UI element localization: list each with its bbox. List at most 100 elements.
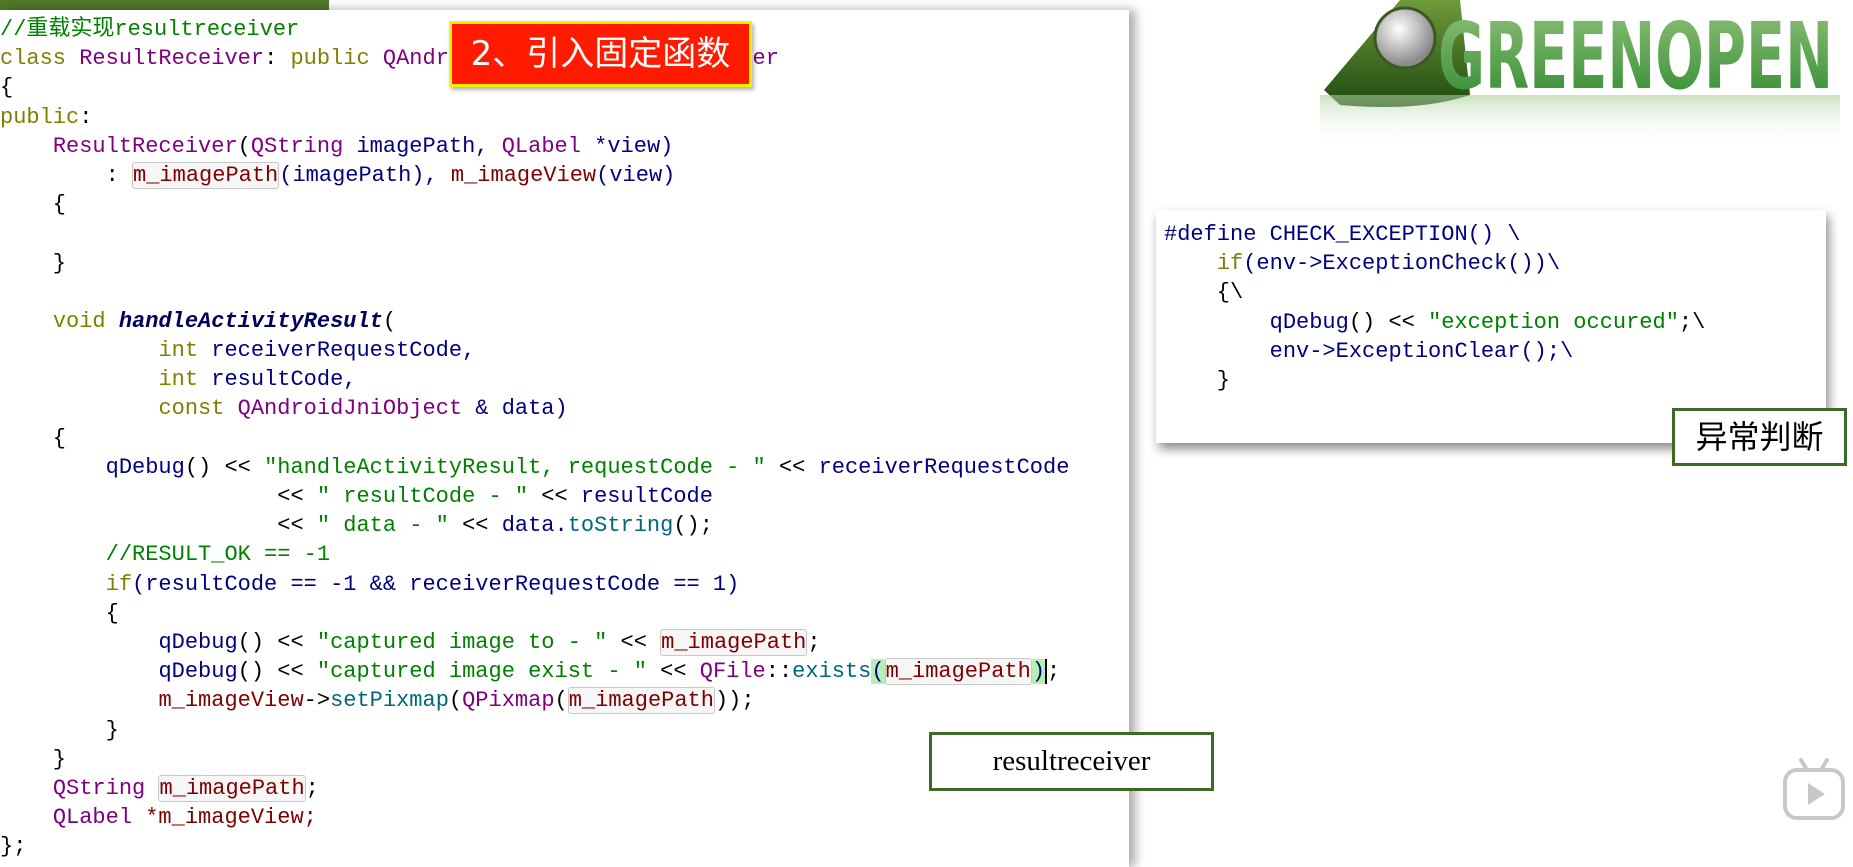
code-token: if (1216, 251, 1244, 277)
code-token: ) (1031, 659, 1048, 685)
code-token: { (0, 600, 119, 626)
code-token: m_imagePath (884, 658, 1032, 686)
code-token: () << (184, 454, 265, 480)
code-token: QLabel (501, 133, 595, 159)
code-token: *view) (594, 133, 674, 159)
greenopen-logo: GREENOPEN (1320, 0, 1840, 145)
code-token: void (52, 308, 119, 334)
code-token: ResultReceiver (79, 46, 265, 72)
code-line: if(resultCode == -1 && receiverRequestCo… (0, 570, 1069, 599)
code-token: << (448, 513, 502, 539)
code-token: //重载实现resultreceiver (0, 17, 300, 42)
code-line: { (0, 424, 1069, 453)
code-line: void handleActivityResult( (0, 307, 1069, 336)
code-line: {\ (1164, 276, 1705, 305)
code-line: } (0, 716, 1069, 745)
code-token: :: (765, 659, 793, 685)
code-token: toString (567, 513, 674, 539)
code-token: qDebug (158, 629, 238, 655)
code-token: "captured image exist - " (316, 659, 647, 685)
code-token: ; (305, 775, 319, 801)
code-token: env->ExceptionClear();\ (1269, 338, 1574, 364)
code-line: m_imageView->setPixmap(QPixmap(m_imagePa… (0, 686, 1069, 715)
logo-sphere (1373, 6, 1437, 70)
code-token: exists (792, 659, 872, 685)
code-line: qDebug() << "captured image to - " << m_… (0, 628, 1069, 657)
code-token: CHECK_EXCEPTION() \ (1269, 222, 1521, 247)
code-token: & data) (475, 396, 568, 422)
code-line: const QAndroidJniObject & data) (0, 394, 1069, 423)
code-token: ( (871, 659, 885, 685)
code-token: " resultCode - " (316, 484, 529, 509)
code-token: resultCode, (211, 367, 357, 393)
code-token: ( (448, 688, 463, 714)
logo-text: GREENOPEN (1438, 3, 1833, 110)
code-token: qDebug (105, 454, 185, 480)
code-token: QString (52, 775, 159, 801)
code-line: public: (0, 103, 1069, 132)
code-token: m_imagePath (158, 774, 306, 802)
code-token: receiverRequestCode, (211, 338, 476, 364)
code-line: } (0, 745, 1069, 774)
code-token: ; (807, 629, 821, 655)
code-token: (view) (596, 162, 676, 188)
code-token: : (0, 162, 133, 188)
code-line: { (0, 190, 1069, 219)
step-label: 2、引入固定函数 (449, 21, 752, 87)
code-line: << " data - " << data.toString(); (0, 511, 1069, 540)
code-token: imagePath, (356, 133, 502, 159)
code-line: } (0, 249, 1069, 278)
code-token: ( (382, 308, 397, 334)
code-token: if (105, 571, 133, 597)
code-token: m_imageView (450, 162, 597, 188)
code-token: qDebug (158, 659, 238, 685)
code-token: ( (237, 133, 251, 159)
code-line: { (0, 599, 1069, 628)
code-token: } (0, 717, 119, 743)
code-token: setPixmap (330, 688, 449, 714)
code-token: } (1164, 367, 1231, 393)
code-token: resultCode (580, 484, 713, 509)
code-token: (imagePath), (279, 162, 451, 188)
code-token: ; (1047, 659, 1061, 685)
code-token: QLabel (52, 805, 146, 831)
code-token: () << (1348, 309, 1429, 335)
code-token: handleActivityResult (118, 308, 383, 334)
code-line: QLabel *m_imageView; (0, 803, 1069, 832)
code-token: << (607, 629, 661, 655)
code-token: QPixmap (462, 688, 555, 714)
code-token: } (0, 250, 67, 276)
play-icon[interactable] (1779, 756, 1849, 826)
code-token: int (158, 338, 212, 364)
code-token: "captured image to - " (316, 629, 608, 655)
code-token: << (0, 484, 317, 509)
code-token: (); (673, 513, 713, 539)
code-token: class (0, 46, 80, 72)
code-line: int resultCode, (0, 365, 1069, 394)
code-token: public (0, 104, 80, 130)
code-line: if(env->ExceptionCheck())\ (1164, 247, 1705, 276)
code-line: //RESULT_OK == -1 (0, 540, 1069, 569)
code-token: receiverRequestCode (818, 454, 1070, 480)
code-token: int (158, 367, 212, 393)
code-token: { (0, 425, 67, 451)
exception-macro-code: #define CHECK_EXCEPTION() \ if(env->Exce… (1164, 218, 1705, 393)
code-line: qDebug() << "exception occured";\ (1164, 306, 1706, 335)
code-token: { (0, 75, 14, 101)
code-block: //重载实现resultreceiver class ResultReceiver… (0, 15, 1069, 861)
code-token: : (79, 104, 93, 130)
code-token: qDebug (1269, 309, 1349, 335)
